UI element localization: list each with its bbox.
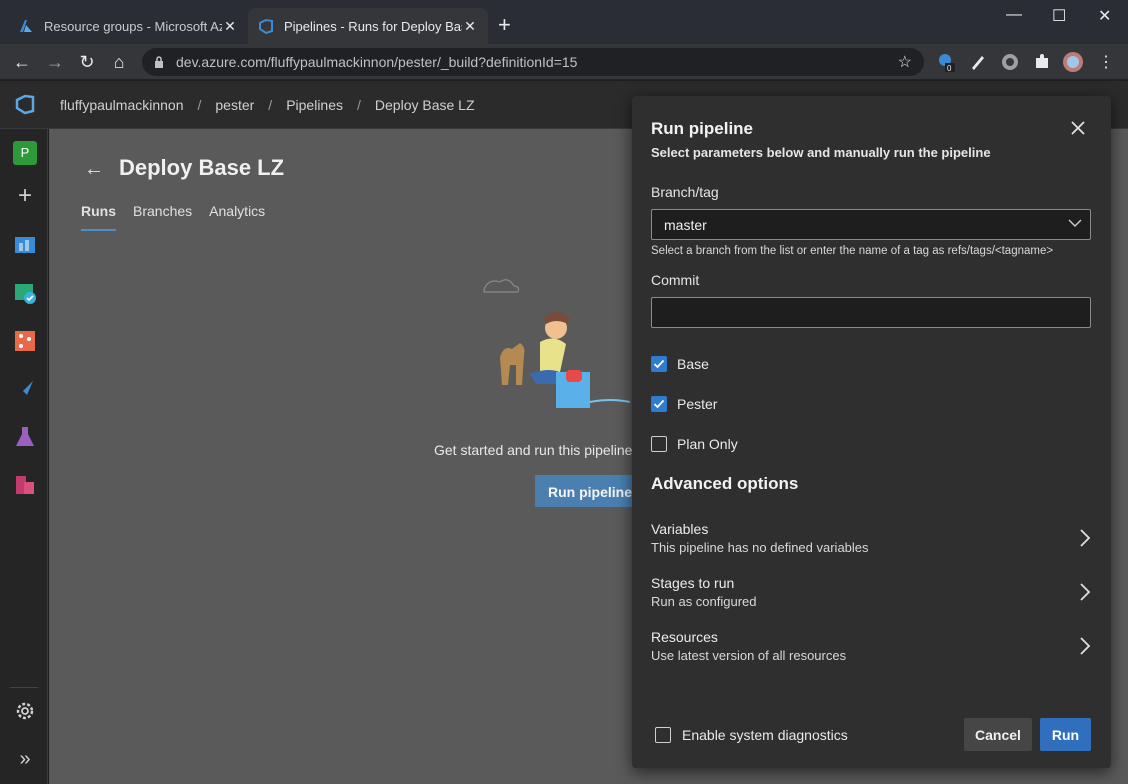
breadcrumb-project[interactable]: pester bbox=[215, 97, 254, 113]
azure-devops-icon bbox=[259, 18, 273, 34]
resources-title: Resources bbox=[651, 629, 718, 645]
azure-icon bbox=[20, 20, 32, 32]
commit-label: Commit bbox=[651, 272, 700, 288]
browser-tab-pipelines[interactable]: Pipelines - Runs for Deploy Base ✕ bbox=[248, 8, 488, 44]
back-arrow-icon[interactable]: ← bbox=[84, 158, 104, 181]
tab-title: Pipelines - Runs for Deploy Base bbox=[284, 18, 462, 34]
azure-devops-logo-icon[interactable] bbox=[14, 93, 36, 115]
resources-subtitle: Use latest version of all resources bbox=[651, 648, 847, 663]
plan-only-label: Plan Only bbox=[677, 436, 738, 452]
browser-tab-bar: Resource groups - Microsoft Azu ✕ Pipeli… bbox=[0, 0, 1128, 44]
chevron-right-icon bbox=[1080, 529, 1091, 547]
back-icon[interactable]: ← bbox=[10, 50, 34, 74]
commit-input[interactable] bbox=[651, 297, 1091, 328]
close-tab-icon[interactable]: ✕ bbox=[462, 18, 478, 35]
panel-subtitle: Select parameters below and manually run… bbox=[651, 145, 991, 160]
variables-row[interactable]: Variables This pipeline has no defined v… bbox=[651, 521, 1091, 561]
new-tab-button[interactable]: + bbox=[498, 14, 511, 36]
checkmark-icon bbox=[653, 359, 665, 369]
run-button[interactable]: Run bbox=[1040, 718, 1091, 751]
forward-icon[interactable]: → bbox=[43, 50, 67, 74]
cancel-button[interactable]: Cancel bbox=[964, 718, 1032, 751]
close-tab-icon[interactable]: ✕ bbox=[222, 18, 238, 35]
tab-runs[interactable]: Runs bbox=[81, 203, 116, 231]
run-pipeline-button[interactable]: Run pipeline bbox=[535, 475, 645, 507]
branch-value: master bbox=[664, 217, 707, 233]
ado-sidebar: P + » bbox=[0, 129, 48, 784]
stages-title: Stages to run bbox=[651, 575, 735, 591]
test-plans-icon[interactable] bbox=[13, 425, 37, 449]
close-window-icon[interactable]: ✕ bbox=[1098, 6, 1111, 26]
minimize-icon[interactable]: — bbox=[1006, 6, 1022, 24]
add-icon[interactable]: + bbox=[13, 184, 37, 209]
base-label: Base bbox=[677, 356, 709, 372]
base-checkbox[interactable] bbox=[651, 356, 667, 372]
pipeline-tabs: Runs Branches Analytics bbox=[81, 203, 265, 231]
shield-extension-icon[interactable] bbox=[1000, 52, 1020, 72]
reload-icon[interactable]: ↻ bbox=[75, 50, 99, 74]
chevron-down-icon bbox=[1068, 219, 1082, 227]
extension-icon[interactable]: 0 bbox=[936, 52, 956, 73]
system-diagnostics-label: Enable system diagnostics bbox=[682, 727, 848, 743]
breadcrumb-pipeline[interactable]: Deploy Base LZ bbox=[375, 97, 475, 113]
tab-title: Resource groups - Microsoft Azu bbox=[44, 18, 222, 34]
system-diagnostics-checkbox[interactable] bbox=[655, 727, 671, 743]
plan-only-checkbox[interactable] bbox=[651, 436, 667, 452]
settings-gear-icon[interactable] bbox=[13, 699, 37, 723]
url-text: dev.azure.com/fluffypaulmackinnon/pester… bbox=[176, 54, 578, 70]
branch-label: Branch/tag bbox=[651, 184, 719, 200]
stages-row[interactable]: Stages to run Run as configured bbox=[651, 575, 1091, 615]
browser-tab-resource-groups[interactable]: Resource groups - Microsoft Azu ✕ bbox=[8, 8, 248, 44]
breadcrumb-pipelines[interactable]: Pipelines bbox=[286, 97, 343, 113]
address-bar[interactable]: dev.azure.com/fluffypaulmackinnon/pester… bbox=[142, 48, 924, 76]
stages-subtitle: Run as configured bbox=[651, 594, 757, 609]
browser-menu-icon[interactable]: ⋮ bbox=[1096, 52, 1116, 72]
pipelines-icon[interactable] bbox=[13, 377, 37, 401]
run-pipeline-panel: Run pipeline Select parameters below and… bbox=[632, 96, 1111, 768]
boards-icon[interactable] bbox=[13, 281, 37, 305]
project-avatar[interactable]: P bbox=[13, 141, 37, 165]
checkmark-icon bbox=[653, 399, 665, 409]
panel-title: Run pipeline bbox=[651, 119, 753, 138]
browser-toolbar: ← → ↻ ⌂ dev.azure.com/fluffypaulmackinno… bbox=[0, 44, 1128, 80]
tab-analytics[interactable]: Analytics bbox=[209, 203, 265, 231]
breadcrumb-separator: / bbox=[268, 97, 273, 113]
page-title: Deploy Base LZ bbox=[119, 155, 285, 180]
breadcrumb-organization[interactable]: fluffypaulmackinnon bbox=[60, 97, 183, 113]
sidebar-divider bbox=[10, 687, 38, 688]
maximize-icon[interactable]: ☐ bbox=[1052, 6, 1066, 26]
pester-checkbox[interactable] bbox=[651, 396, 667, 412]
breadcrumb-separator: / bbox=[197, 97, 202, 113]
resources-row[interactable]: Resources Use latest version of all reso… bbox=[651, 629, 1091, 669]
artifacts-icon[interactable] bbox=[13, 473, 37, 497]
chevron-right-icon bbox=[1080, 637, 1091, 655]
lock-icon bbox=[155, 56, 163, 68]
empty-state-illustration bbox=[483, 279, 631, 408]
close-icon[interactable] bbox=[1068, 118, 1088, 138]
chevron-right-icon bbox=[1080, 583, 1091, 601]
variables-subtitle: This pipeline has no defined variables bbox=[651, 540, 869, 555]
branch-hint: Select a branch from the list or enter t… bbox=[651, 245, 1054, 257]
profile-avatar[interactable] bbox=[1063, 52, 1083, 72]
tab-branches[interactable]: Branches bbox=[133, 203, 192, 231]
home-icon[interactable]: ⌂ bbox=[107, 50, 131, 74]
overview-icon[interactable] bbox=[13, 233, 37, 257]
breadcrumb-separator: / bbox=[357, 97, 361, 113]
svg-text:0: 0 bbox=[947, 64, 952, 72]
expand-sidebar-icon[interactable]: » bbox=[13, 747, 37, 771]
advanced-options-heading: Advanced options bbox=[651, 474, 799, 493]
pen-extension-icon[interactable] bbox=[968, 52, 988, 72]
extensions-puzzle-icon[interactable] bbox=[1032, 52, 1052, 72]
pester-label: Pester bbox=[677, 396, 718, 412]
branch-select[interactable]: master bbox=[651, 209, 1091, 240]
empty-state-message: Get started and run this pipeline bbox=[434, 442, 633, 458]
repos-icon[interactable] bbox=[13, 329, 37, 353]
bookmark-star-icon[interactable]: ☆ bbox=[898, 52, 912, 72]
variables-title: Variables bbox=[651, 521, 709, 537]
breadcrumb: fluffypaulmackinnon / pester / Pipelines… bbox=[60, 97, 475, 113]
